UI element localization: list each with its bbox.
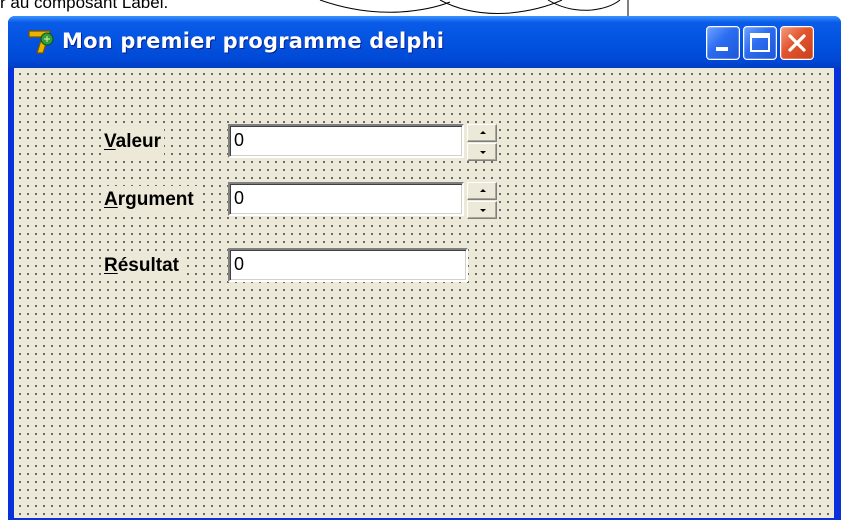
- minimize-icon: [716, 47, 728, 51]
- valeur-label: Valeur: [104, 128, 165, 156]
- argument-spin-button[interactable]: [467, 182, 497, 220]
- valeur-spin-down-button[interactable]: [467, 143, 497, 161]
- valeur-spin-up-button[interactable]: [467, 124, 497, 142]
- arrow-down-icon: [480, 209, 486, 212]
- argument-label: Argument: [104, 186, 197, 214]
- arrow-down-icon: [480, 151, 486, 154]
- minimize-button[interactable]: [706, 26, 740, 60]
- delphi-7-icon: [28, 30, 54, 54]
- resultat-input[interactable]: 0: [228, 248, 468, 282]
- app-window: Mon premier programme delphi Valeur 0 Ar…: [8, 16, 841, 520]
- valeur-spin-button[interactable]: [467, 124, 497, 162]
- maximize-button[interactable]: [743, 26, 777, 60]
- valeur-input[interactable]: 0: [228, 124, 464, 158]
- argument-spin-up-button[interactable]: [467, 182, 497, 200]
- argument-input[interactable]: 0: [228, 182, 464, 216]
- arrow-up-icon: [480, 189, 486, 192]
- argument-spin-down-button[interactable]: [467, 201, 497, 219]
- window-title: Mon premier programme delphi: [62, 29, 445, 53]
- title-bar[interactable]: Mon premier programme delphi: [8, 16, 841, 68]
- document-text-fragment: r au composant Label.: [0, 0, 169, 12]
- maximize-icon: [750, 33, 770, 52]
- close-button[interactable]: [780, 26, 814, 60]
- close-icon: [788, 34, 806, 52]
- arrow-up-icon: [480, 131, 486, 134]
- form-client-area: Valeur 0 Argument 0 Résultat 0: [14, 68, 834, 518]
- resultat-label: Résultat: [104, 252, 182, 280]
